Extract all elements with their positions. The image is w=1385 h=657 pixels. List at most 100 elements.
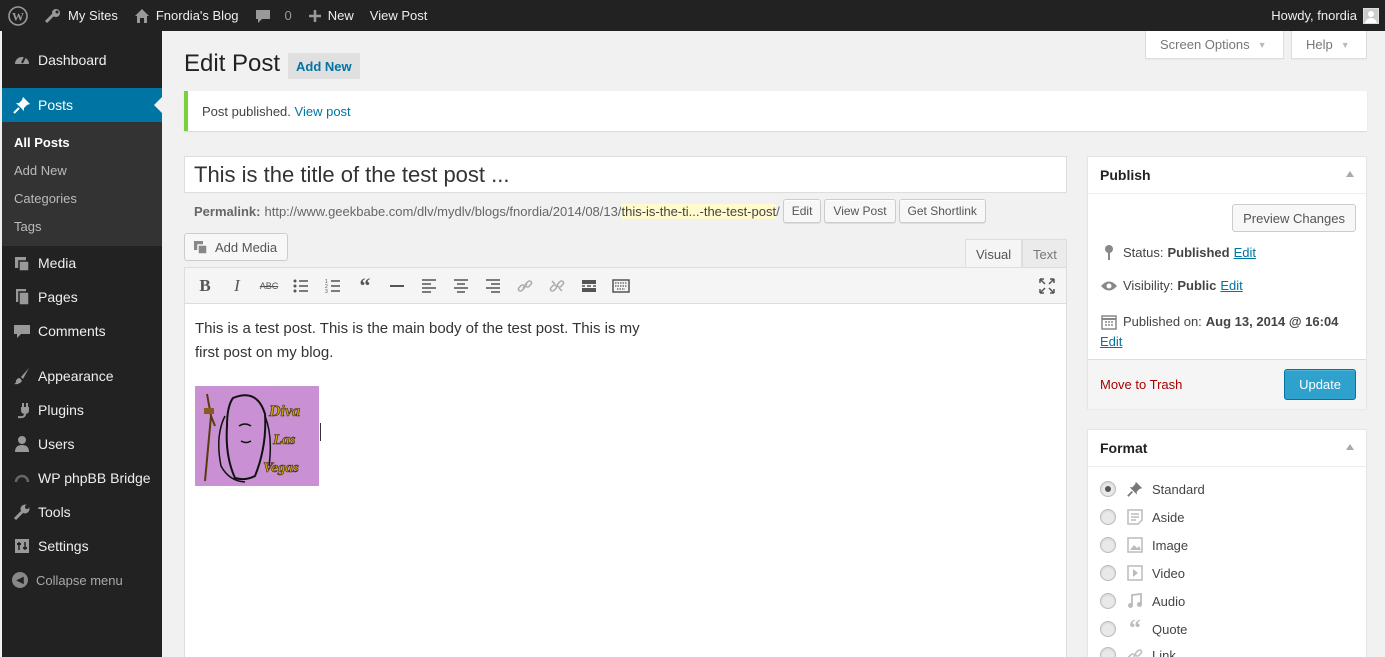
radio-quote[interactable] — [1100, 621, 1116, 637]
format-option-aside[interactable]: Aside — [1100, 503, 1185, 531]
radio-link[interactable] — [1100, 647, 1116, 657]
edit-status-link[interactable]: Edit — [1234, 245, 1256, 260]
format-option-video[interactable]: Video — [1100, 559, 1185, 587]
post-title-input[interactable]: This is the title of the test post ... — [184, 156, 1067, 193]
view-post-button[interactable]: View Post — [824, 199, 896, 223]
plus-icon — [308, 9, 322, 23]
format-option-standard[interactable]: Standard — [1100, 475, 1205, 503]
sidebar-item-users[interactable]: Users — [2, 427, 162, 461]
format-option-image[interactable]: Image — [1100, 531, 1188, 559]
view-post-notice-link[interactable]: View post — [295, 104, 351, 119]
radio-video[interactable] — [1100, 565, 1116, 581]
format-option-label: Audio — [1152, 593, 1186, 609]
submenu-add-new[interactable]: Add New — [2, 157, 162, 185]
sidebar-item-dashboard[interactable]: Dashboard — [2, 43, 162, 77]
add-new-button[interactable]: Add New — [288, 53, 360, 79]
sidebar-item-media[interactable]: Media — [2, 246, 162, 280]
strikethrough-icon[interactable]: ABC — [257, 275, 281, 297]
get-shortlink-button[interactable]: Get Shortlink — [898, 199, 986, 223]
radio-audio[interactable] — [1100, 593, 1116, 609]
align-left-icon[interactable] — [417, 275, 441, 297]
sidebar-item-label: Settings — [38, 538, 89, 554]
sidebar-item-posts[interactable]: Posts — [2, 88, 162, 122]
edit-visibility-link[interactable]: Edit — [1220, 278, 1242, 293]
submenu-all-posts[interactable]: All Posts — [2, 129, 162, 157]
fullscreen-icon[interactable] — [1035, 275, 1059, 297]
link-icon[interactable] — [513, 275, 537, 297]
collapse-toggle-icon[interactable] — [1346, 444, 1354, 450]
format-option-audio[interactable]: Audio — [1100, 587, 1185, 615]
tab-text[interactable]: Text — [1022, 239, 1067, 268]
align-center-icon[interactable] — [449, 275, 473, 297]
preview-changes-button[interactable]: Preview Changes — [1232, 204, 1356, 232]
sidebar-item-wp-phpbb-bridge[interactable]: WP phpBB Bridge — [2, 461, 162, 495]
page-title: Edit Post — [184, 50, 281, 77]
sidebar-item-appearance[interactable]: Appearance — [2, 359, 162, 393]
new-content-link[interactable]: New — [300, 0, 362, 31]
submenu-tags[interactable]: Tags — [2, 213, 162, 241]
sidebar-item-label: Plugins — [38, 402, 84, 418]
bold-icon[interactable]: B — [193, 275, 217, 297]
posts-submenu: All Posts Add New Categories Tags — [2, 122, 162, 246]
format-option-label: Link — [1152, 647, 1176, 657]
horizontal-line-icon[interactable] — [385, 275, 409, 297]
permalink-end: / — [776, 203, 780, 219]
view-post-label: View Post — [369, 8, 428, 23]
permalink-slug[interactable]: this-is-the-ti...-the-test-post — [621, 203, 777, 219]
bullet-list-icon[interactable] — [289, 275, 313, 297]
move-to-trash-link[interactable]: Move to Trash — [1100, 377, 1182, 392]
toolbar-toggle-icon[interactable] — [609, 275, 633, 297]
sidebar-item-label: Posts — [38, 97, 74, 113]
radio-image[interactable] — [1100, 537, 1116, 553]
unlink-icon[interactable] — [545, 275, 569, 297]
numbered-list-icon[interactable]: 123 — [321, 275, 345, 297]
radio-aside[interactable] — [1100, 509, 1116, 525]
view-post-link[interactable]: View Post — [362, 0, 436, 31]
sidebar-item-pages[interactable]: Pages — [2, 280, 162, 314]
collapse-menu-label: Collapse menu — [36, 572, 123, 588]
site-name-link[interactable]: Fnordia's Blog — [126, 0, 247, 31]
published-on-row: Published on: Aug 13, 2014 @ 16:04 Edit — [1100, 312, 1360, 352]
status-row: Status: Published Edit — [1100, 244, 1256, 260]
diva-las-vegas-image[interactable]: Diva Las Vegas — [195, 386, 319, 486]
sidebar-item-label: Tools — [38, 504, 71, 520]
publish-box-header[interactable]: Publish — [1088, 157, 1366, 194]
collapse-toggle-icon[interactable] — [1346, 171, 1354, 177]
format-option-link[interactable]: Link — [1100, 641, 1176, 657]
sidebar-item-tools[interactable]: Tools — [2, 495, 162, 529]
permalink-label: Permalink: — [194, 203, 261, 219]
my-sites-link[interactable]: My Sites — [36, 0, 126, 31]
screen-options-button[interactable]: Screen Options ▼ — [1145, 31, 1284, 59]
submenu-categories[interactable]: Categories — [2, 185, 162, 213]
edit-date-link[interactable]: Edit — [1100, 332, 1360, 352]
format-option-quote[interactable]: “ Quote — [1100, 615, 1187, 643]
add-media-button[interactable]: Add Media — [184, 233, 289, 261]
sidebar-item-settings[interactable]: Settings — [2, 529, 162, 563]
edit-permalink-button[interactable]: Edit — [782, 199, 822, 223]
blockquote-icon[interactable]: “ — [353, 273, 377, 298]
wordpress-logo[interactable]: W — [0, 0, 36, 31]
wrench-icon — [12, 502, 32, 522]
publish-actions: Move to Trash Update — [1088, 359, 1366, 409]
italic-icon[interactable]: I — [225, 275, 249, 297]
update-button[interactable]: Update — [1284, 369, 1356, 400]
align-right-icon[interactable] — [481, 275, 505, 297]
pin-icon — [1126, 480, 1144, 498]
editor-content[interactable]: This is a test post. This is the main bo… — [185, 304, 1066, 378]
admin-bar: W My Sites Fnordia's Blog 0 New View Pos… — [0, 0, 1385, 31]
comments-link[interactable]: 0 — [247, 0, 300, 31]
sidebar-item-plugins[interactable]: Plugins — [2, 393, 162, 427]
home-icon — [134, 8, 150, 24]
publish-box: Publish Preview Changes Status: Publishe… — [1087, 156, 1367, 409]
read-more-icon[interactable] — [577, 275, 601, 297]
radio-standard[interactable] — [1100, 481, 1116, 497]
add-media-icon — [193, 239, 209, 255]
my-account-link[interactable]: Howdy, fnordia — [1263, 0, 1383, 31]
format-box-header[interactable]: Format — [1088, 430, 1366, 467]
comments-count: 0 — [284, 8, 292, 23]
tab-visual[interactable]: Visual — [965, 239, 1023, 268]
help-button[interactable]: Help ▼ — [1291, 31, 1367, 59]
sidebar-item-comments[interactable]: Comments — [2, 314, 162, 348]
collapse-menu-button[interactable]: ◀ Collapse menu — [2, 563, 162, 597]
users-icon — [12, 434, 32, 454]
